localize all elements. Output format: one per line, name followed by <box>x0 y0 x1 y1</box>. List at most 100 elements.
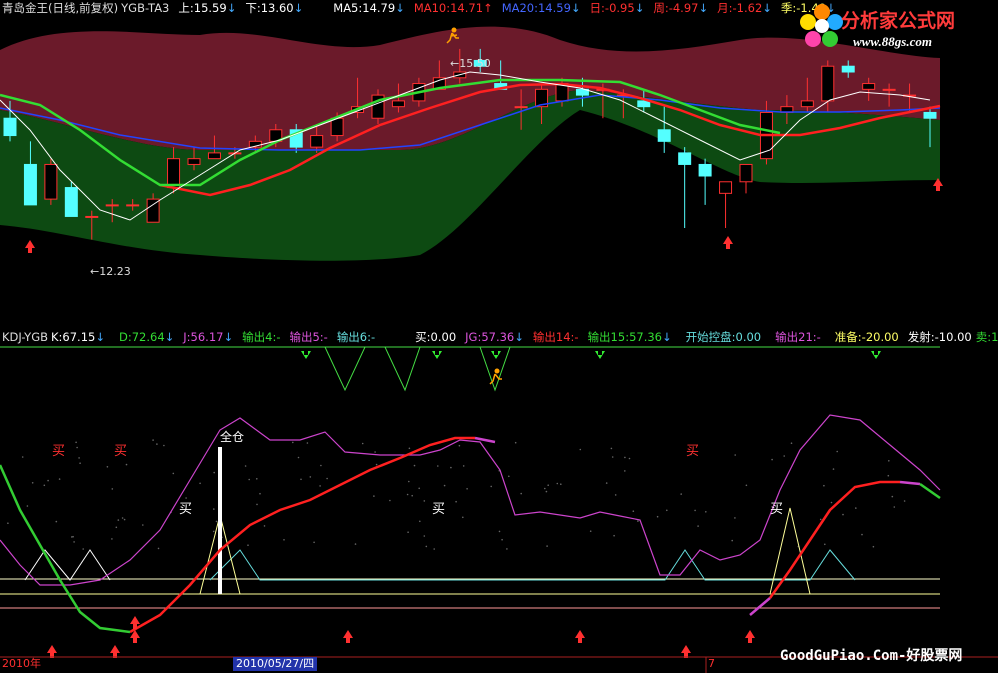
kdj-dot <box>697 525 699 527</box>
kdj-dot <box>361 442 364 445</box>
buy-label: 买 <box>686 444 700 459</box>
kdj-dot <box>466 488 468 490</box>
kdj-dot <box>819 518 822 521</box>
kdj-dot <box>458 444 461 447</box>
candle-body <box>126 204 140 207</box>
kdj-dot <box>433 548 436 550</box>
kdj-d-line <box>0 464 131 634</box>
down-arrow-icon: ↓ <box>634 1 645 15</box>
upper-value: 上:15.59 <box>178 1 227 15</box>
kdj-dot <box>520 492 522 495</box>
kdj-dot <box>423 500 426 502</box>
kdj-dot <box>455 500 457 503</box>
kdj-dot <box>320 464 322 467</box>
cursor-date: 2010/05/27/四 <box>233 657 318 671</box>
kdj-dot <box>501 538 503 541</box>
kdj-yellow-spikes <box>199 507 811 595</box>
logo-url: www.88gs.com <box>853 34 932 49</box>
kdj-dot <box>443 484 446 487</box>
kdj-dot <box>508 475 510 478</box>
kdj-dot <box>121 517 124 519</box>
kdj-small-peaks <box>24 549 111 581</box>
low-price-label: ←12.23 <box>90 265 131 278</box>
site-logo: 分析家公式网 www.88gs.com <box>797 2 993 56</box>
kdj-dot <box>172 472 175 475</box>
kdj-dot <box>244 465 247 467</box>
kdj-dot <box>292 441 294 444</box>
kdj-dot <box>157 547 160 550</box>
buy-arrow-icon <box>47 616 755 658</box>
fire-value: 发射:-10.00 <box>907 330 972 344</box>
down-arrow-icon: ↓ <box>698 1 709 15</box>
kdj-dot <box>547 484 549 487</box>
kdj-dot <box>734 517 736 519</box>
kdj-dot <box>830 501 833 504</box>
watermark: GoodGuPiao.Com-好股票网 <box>780 648 963 664</box>
kdj-dot <box>842 513 844 516</box>
candle-body <box>862 83 876 90</box>
candle-body <box>514 106 528 109</box>
kdj-dot <box>82 548 84 550</box>
out5-value: 输出5:- <box>289 330 328 344</box>
kdj-dot <box>55 520 58 523</box>
kdj-dot <box>106 466 109 468</box>
kdj-dot <box>614 494 617 496</box>
jg-value: JG:57.36 <box>465 330 515 344</box>
main-header: 青岛金王(日线,前复权) YGB-TA3 上:15.59↓ 下:13.60↓ MA5:1… <box>2 0 845 16</box>
candle-body <box>330 117 344 137</box>
start-value: 开始控盘:0.00 <box>685 330 762 344</box>
kdj-dot <box>319 485 321 487</box>
flower-logo-icon <box>800 4 843 47</box>
kdj-dot <box>213 471 215 474</box>
kdj-dot <box>545 490 548 493</box>
kdj-dot <box>680 493 682 495</box>
d-value: D:72.64 <box>118 330 165 344</box>
kdj-dot <box>255 478 258 480</box>
kdj-dot <box>408 447 411 450</box>
candle-body <box>167 158 181 189</box>
down-arrow-icon: ↓ <box>395 1 405 15</box>
kdj-dot <box>783 455 785 457</box>
kdj-end <box>919 482 941 500</box>
kdj-d-low <box>749 597 771 616</box>
down-arrow-icon: ↓ <box>95 330 105 344</box>
candle-body <box>841 65 855 73</box>
buy-value: 买:0.00 <box>415 330 457 344</box>
kdj-dot <box>694 509 696 512</box>
candle-body <box>187 158 201 165</box>
kdj-dot <box>413 464 416 467</box>
green-down-arrow-icon <box>301 351 881 359</box>
kdj-dot <box>450 466 452 469</box>
kdj-dot <box>256 503 258 506</box>
kdj-j-line <box>0 414 941 586</box>
candle-body <box>391 100 405 108</box>
candle-body <box>678 152 692 165</box>
kdj-dot <box>462 465 465 467</box>
candle-body <box>800 100 814 108</box>
kdj-dot <box>406 493 409 496</box>
out4-value: 输出4:- <box>242 330 281 344</box>
kdj-dot <box>309 476 312 478</box>
ma20-value: MA20:14.59 <box>501 1 571 15</box>
kdj-dot <box>656 515 659 518</box>
kdj-dot <box>666 509 668 512</box>
kdj-dot <box>624 456 626 459</box>
kdj-dot <box>705 511 707 513</box>
buy-label: 买 <box>52 444 66 459</box>
kdj-dot <box>326 477 328 480</box>
kdj-dot <box>156 443 158 445</box>
logo-title: 分析家公式网 <box>841 10 956 32</box>
kdj-dot <box>375 463 378 466</box>
kdj-dot <box>771 458 773 461</box>
kdj-dot <box>823 484 825 487</box>
out14-value: 输出14:- <box>532 330 579 344</box>
kdj-dot <box>418 487 421 490</box>
candle-body <box>657 129 671 142</box>
kdj-dot <box>306 442 309 444</box>
kdj-dot <box>734 454 736 456</box>
kdj-dot <box>199 482 201 485</box>
kdj-dot <box>861 533 863 536</box>
kdj-dot <box>47 479 49 482</box>
candle-body <box>44 163 58 200</box>
kdj-dot <box>891 495 894 498</box>
